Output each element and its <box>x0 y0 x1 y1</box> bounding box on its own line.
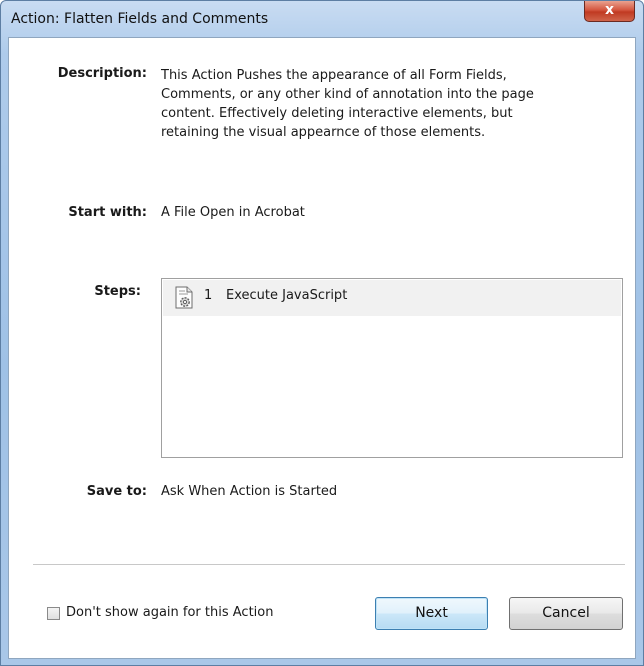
dialog-window: Action: Flatten Fields and Comments x De… <box>0 0 644 666</box>
dialog-body: Description: This Action Pushes the appe… <box>8 37 636 659</box>
dont-show-checkbox[interactable] <box>47 607 60 620</box>
cancel-button[interactable]: Cancel <box>509 597 623 630</box>
close-button[interactable]: x <box>584 1 635 22</box>
start-with-label: Start with: <box>68 205 147 220</box>
step-name: Execute JavaScript <box>226 288 348 303</box>
description-text: This Action Pushes the appearance of all… <box>161 68 534 140</box>
steps-label: Steps: <box>94 284 141 299</box>
steps-list[interactable]: 1 Execute JavaScript <box>161 278 623 458</box>
start-with-value: A File Open in Acrobat <box>161 205 305 220</box>
step-number: 1 <box>204 288 213 303</box>
next-button[interactable]: Next <box>375 597 488 630</box>
description-label: Description: <box>57 66 147 81</box>
window-title: Action: Flatten Fields and Comments <box>11 11 269 27</box>
close-icon: x <box>604 2 615 18</box>
step-item[interactable]: 1 Execute JavaScript <box>163 280 621 316</box>
save-to-label: Save to: <box>86 484 147 499</box>
separator <box>33 564 625 565</box>
script-gear-icon <box>173 286 195 310</box>
title-bar[interactable]: Action: Flatten Fields and Comments x <box>1 1 643 37</box>
save-to-value: Ask When Action is Started <box>161 484 338 499</box>
dont-show-label[interactable]: Don't show again for this Action <box>66 605 273 620</box>
